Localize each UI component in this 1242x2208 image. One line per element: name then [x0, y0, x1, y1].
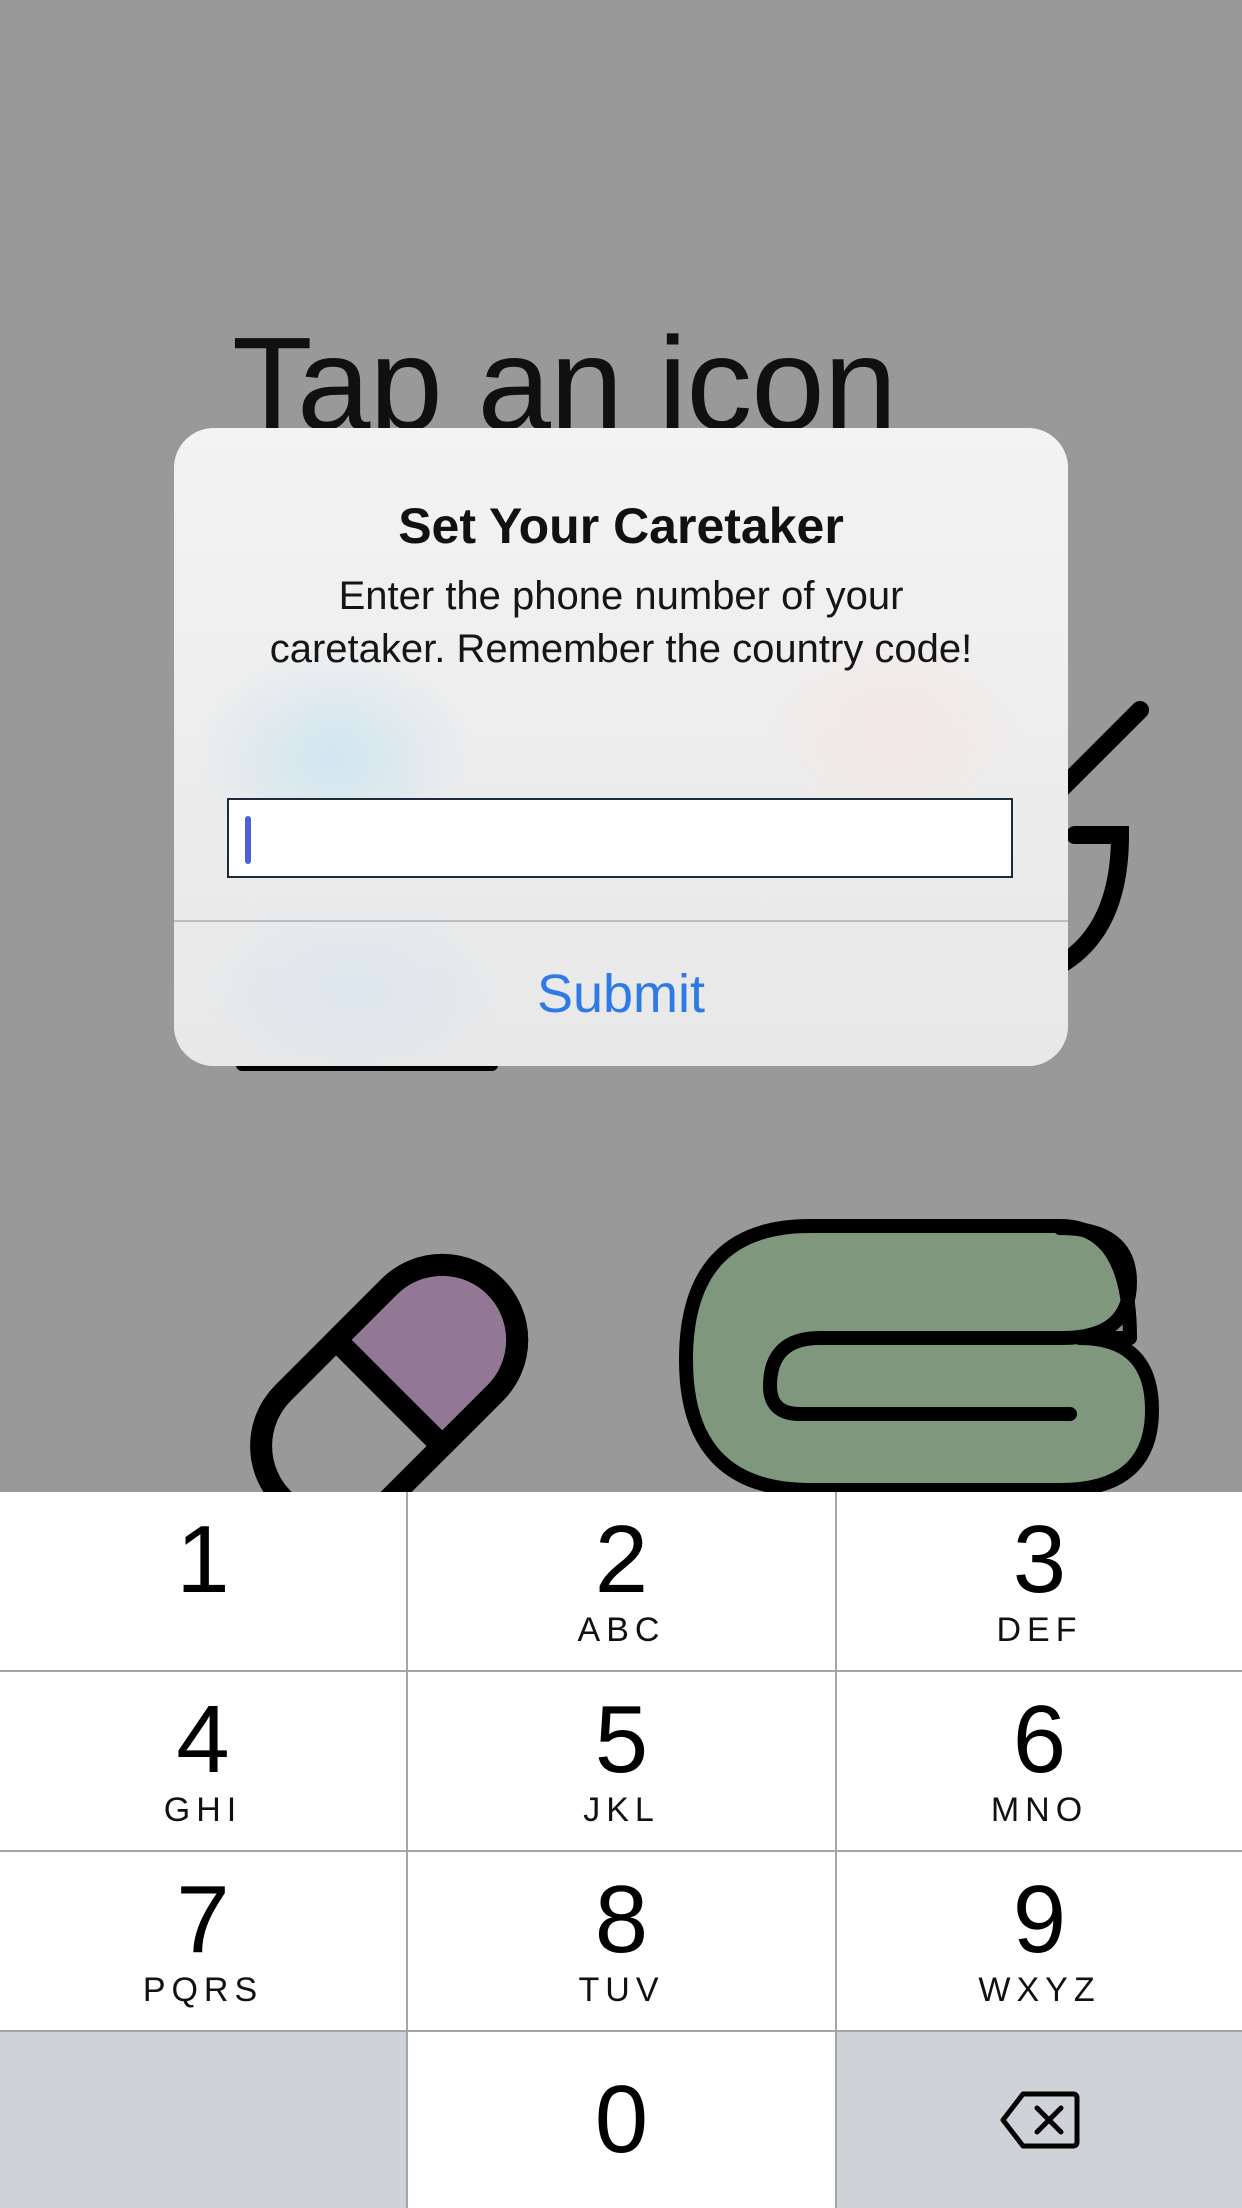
key-3[interactable]: 3 DEF	[837, 1492, 1242, 1670]
backspace-icon	[1000, 2091, 1079, 2149]
key-digit: 1	[176, 1506, 230, 1613]
key-letters: GHI	[163, 1791, 243, 1829]
keypad-divider	[0, 1670, 1242, 1672]
key-0[interactable]: 0	[408, 2032, 835, 2208]
key-7[interactable]: 7 PQRS	[0, 1852, 406, 2030]
blanket-icon	[679, 1219, 1159, 1492]
key-letters: ABC	[577, 1611, 666, 1649]
phone-input-container	[227, 798, 1013, 878]
key-digit: 3	[1012, 1506, 1067, 1613]
key-digit: 2	[594, 1506, 649, 1613]
pill-icon	[250, 1253, 529, 1492]
key-digit: 4	[176, 1686, 230, 1793]
key-8[interactable]: 8 TUV	[408, 1852, 835, 2030]
keypad-divider	[0, 2030, 1242, 2032]
submit-button[interactable]: Submit	[174, 922, 1068, 1066]
key-digit: 5	[594, 1686, 649, 1793]
key-2[interactable]: 2 ABC	[408, 1492, 835, 1670]
key-digit: 9	[1012, 1866, 1067, 1973]
key-5[interactable]: 5 JKL	[408, 1672, 835, 1850]
key-digit: 6	[1012, 1686, 1067, 1793]
key-1[interactable]: 1	[0, 1492, 406, 1670]
key-digit: 7	[176, 1866, 230, 1973]
key-6[interactable]: 6 MNO	[837, 1672, 1242, 1850]
key-letters: WXYZ	[978, 1971, 1101, 2009]
screen: Tap an icon Set Your Caretaker Enter the…	[0, 0, 1242, 2208]
key-letters: JKL	[583, 1791, 660, 1829]
key-empty	[0, 2032, 406, 2208]
keypad-divider	[835, 1492, 837, 2208]
keypad-divider	[0, 1850, 1242, 1852]
key-letters: PQRS	[142, 1971, 264, 2009]
key-letters: TUV	[578, 1971, 665, 2009]
phone-number-input[interactable]	[229, 800, 1011, 876]
key-4[interactable]: 4 GHI	[0, 1672, 406, 1850]
numeric-keypad: 1 2 ABC 3 DEF 4 GHI 5 JKL 6 MNO 7 PQRS 8	[0, 1492, 1242, 2208]
key-letters: MNO	[990, 1791, 1089, 1829]
caretaker-alert-dialog: Set Your Caretaker Enter the phone numbe…	[174, 428, 1068, 1066]
text-cursor	[245, 816, 251, 864]
keypad-divider	[406, 1492, 408, 2208]
key-9[interactable]: 9 WXYZ	[837, 1852, 1242, 2030]
key-digit: 8	[594, 1866, 649, 1973]
key-digit: 0	[594, 2066, 649, 2173]
delete-key[interactable]	[837, 2032, 1242, 2208]
alert-message: Enter the phone number of your caretaker…	[269, 574, 973, 671]
key-letters: DEF	[996, 1611, 1083, 1649]
alert-title: Set Your Caretaker	[398, 498, 844, 554]
